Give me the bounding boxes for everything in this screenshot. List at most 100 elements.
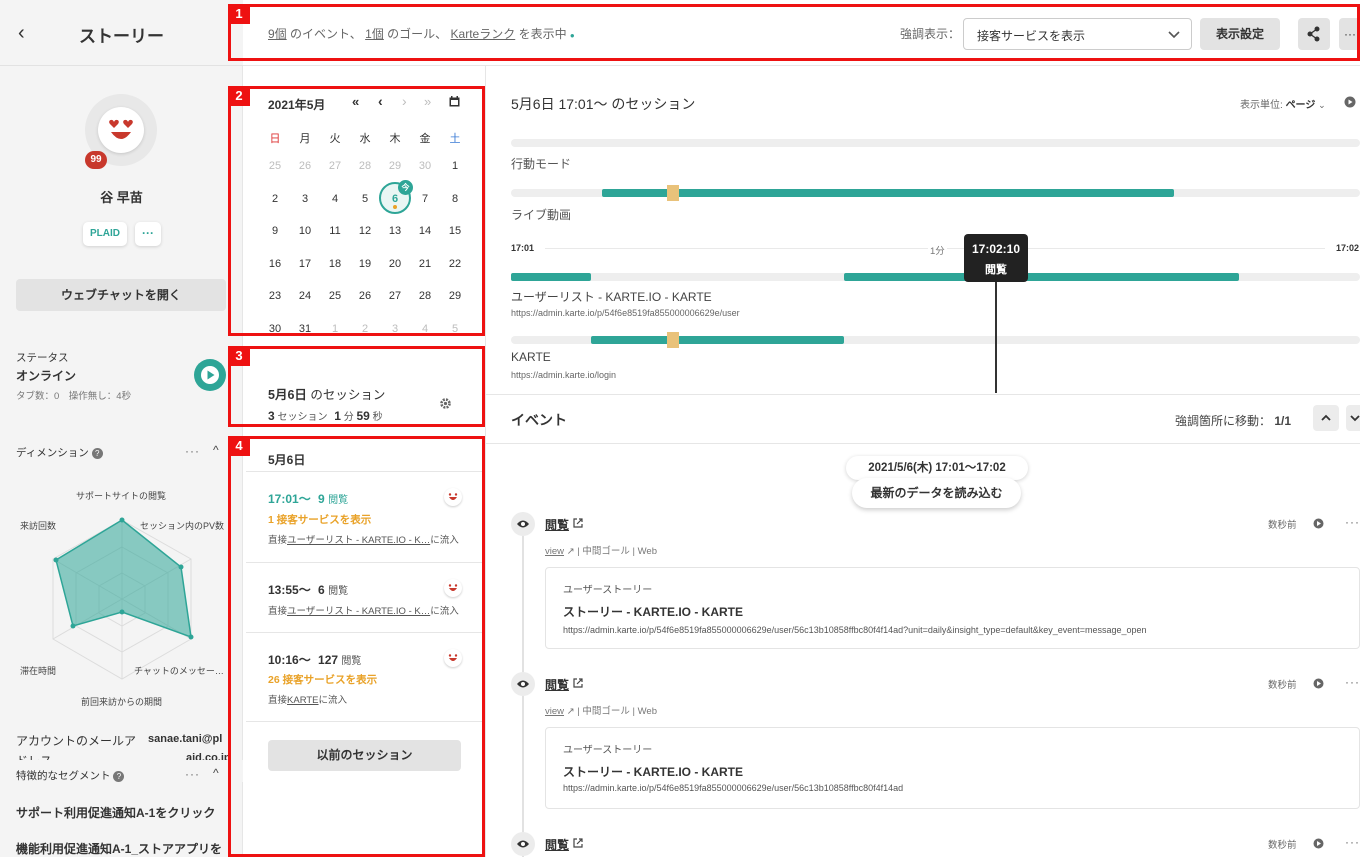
external-link-icon[interactable]: ↗ [567, 706, 575, 717]
event-name-link[interactable]: 閲覧 [545, 678, 569, 692]
segment-title: 特徴的なセグメント [16, 770, 111, 782]
plaid-chip[interactable]: PLAID [83, 222, 127, 246]
annotation-box-1 [228, 4, 1360, 61]
jump-value: 1/1 [1274, 414, 1292, 428]
radar-label-visits: 来訪回数 [20, 521, 57, 531]
view-link[interactable]: view [545, 546, 564, 557]
range-pill: 2021/5/6(木) 17:01〜17:02 [846, 456, 1028, 480]
chip-more-button[interactable]: ··· [135, 222, 161, 246]
tooltip-label: 閲覧 [985, 264, 1007, 276]
event-name[interactable]: 閲覧 [545, 836, 584, 853]
event-name[interactable]: 閲覧 [545, 676, 584, 693]
page-bar[interactable] [844, 273, 1239, 281]
card-url: https://admin.karte.io/p/54f6e8519fa8550… [563, 783, 904, 793]
event-ago: 数秒前 [1268, 680, 1297, 691]
segment-more-button[interactable]: ··· [185, 767, 200, 781]
play-icon [201, 366, 219, 384]
page2-title: KARTE [511, 350, 551, 364]
heart-eyes-face-icon [109, 119, 133, 139]
radar-label-interval: 前回来訪からの期間 [81, 697, 163, 707]
event-name[interactable]: 閲覧 [545, 516, 584, 533]
mode-track [511, 139, 1360, 147]
annotation-box-3 [228, 346, 485, 427]
page-title: ストーリー [79, 27, 164, 46]
event-card[interactable]: ユーザーストーリー ストーリー - KARTE.IO - KARTE https… [545, 567, 1360, 649]
avatar[interactable] [98, 107, 144, 153]
radar-label-stay: 滞在時間 [20, 666, 57, 676]
card-url: https://admin.karte.io/p/54f6e8519fa8550… [563, 625, 1147, 635]
play-live-button[interactable] [194, 359, 226, 391]
page1-title: ユーザーリスト - KARTE.IO - KARTE [511, 290, 712, 304]
radar-label-support: サポートサイトの閲覧 [76, 491, 167, 501]
card-label: ユーザーストーリー [563, 585, 653, 596]
jump-up-button[interactable] [1313, 405, 1339, 431]
annotation-box-4 [228, 436, 485, 857]
user-name: 谷 早苗 [100, 190, 143, 205]
channel-tag: Web [637, 546, 658, 557]
event-ago: 数秒前 [1268, 520, 1297, 531]
account-value-2: aid.co.jp [186, 752, 228, 760]
time-mid: 1分 [928, 243, 947, 257]
event-name-link[interactable]: 閲覧 [545, 518, 569, 532]
external-link-icon[interactable] [572, 837, 584, 849]
timeline-title: 5月6日 17:01〜 のセッション [511, 96, 696, 112]
event-name-link[interactable]: 閲覧 [545, 838, 569, 852]
unit-value: ページ [1285, 100, 1316, 111]
annotation-marker: 2 [228, 86, 250, 106]
segment-item[interactable]: 機能利用促進通知A-1_ストアアプリを [16, 840, 226, 857]
page-bar[interactable] [591, 336, 844, 344]
segment-item[interactable]: サポート利用促進通知A-1をクリック [16, 804, 215, 821]
event-more-button[interactable]: ··· [1345, 515, 1360, 529]
eye-icon [511, 672, 535, 696]
live-label: ライブ動画 [511, 208, 572, 222]
view-link[interactable]: view [545, 706, 564, 717]
play-circle-icon[interactable] [1313, 678, 1324, 689]
page-bar[interactable] [511, 273, 591, 281]
card-title: ストーリー - KARTE.IO - KARTE [563, 605, 743, 619]
eye-icon [511, 832, 535, 856]
event-meta: view ↗ | 中間ゴール | Web [545, 706, 658, 717]
jump-label: 強調箇所に移動： [1175, 414, 1272, 428]
play-circle-icon[interactable] [1313, 838, 1324, 849]
eye-icon [511, 512, 535, 536]
card-title: ストーリー - KARTE.IO - KARTE [563, 765, 743, 779]
live-bar[interactable] [602, 189, 1174, 197]
account-label-2: ドレス [16, 752, 52, 760]
dimension-more-button[interactable]: ··· [185, 444, 200, 458]
collapse-icon[interactable]: ^ [213, 766, 219, 780]
external-link-icon[interactable] [572, 677, 584, 689]
collapse-icon[interactable]: ^ [213, 443, 219, 457]
open-webchat-button[interactable]: ウェブチャットを開く [16, 279, 226, 311]
cursor-line [995, 280, 997, 393]
external-link-icon[interactable]: ↗ [567, 546, 575, 557]
event-meta: view ↗ | 中間ゴール | Web [545, 546, 658, 557]
status-detail: タブ数：0 操作無し：4秒 [16, 391, 132, 402]
highlight-mark[interactable] [667, 332, 679, 348]
annotation-marker: 1 [228, 4, 250, 24]
event-more-button[interactable]: ··· [1345, 835, 1360, 849]
mode-label: 行動モード [511, 157, 572, 171]
event-ago: 数秒前 [1268, 840, 1297, 851]
event-card[interactable]: ユーザーストーリー ストーリー - KARTE.IO - KARTE https… [545, 727, 1360, 809]
account-value: sanae.tani@pl [148, 733, 223, 745]
goal-tag: 中間ゴール [582, 546, 630, 557]
help-icon[interactable]: ? [91, 448, 103, 459]
time-start: 17:01 [511, 243, 539, 253]
play-circle-icon[interactable] [1344, 96, 1356, 108]
load-latest-button[interactable]: 最新のデータを読み込む [852, 478, 1021, 508]
jump-indicator: 強調箇所に移動： 1/1 [1175, 412, 1291, 429]
chevron-down-icon: ⌄ [1318, 100, 1326, 110]
play-circle-icon[interactable] [1313, 518, 1324, 529]
highlight-mark[interactable] [667, 185, 679, 201]
help-icon[interactable]: ? [113, 771, 125, 782]
channel-tag: Web [637, 706, 658, 717]
unit-selector[interactable]: 表示単位: ページ ⌄ [1240, 96, 1326, 111]
external-link-icon[interactable] [572, 517, 584, 529]
time-tooltip: 17:02:10 閲覧 [964, 234, 1028, 282]
page1-url: https://admin.karte.io/p/54f6e8519fa8550… [511, 308, 740, 318]
dimension-label: ディメンション ? [16, 445, 103, 460]
unit-label: 表示単位: [1240, 100, 1283, 111]
dimension-title: ディメンション [16, 447, 89, 459]
jump-down-button[interactable] [1346, 405, 1360, 431]
event-more-button[interactable]: ··· [1345, 675, 1360, 689]
